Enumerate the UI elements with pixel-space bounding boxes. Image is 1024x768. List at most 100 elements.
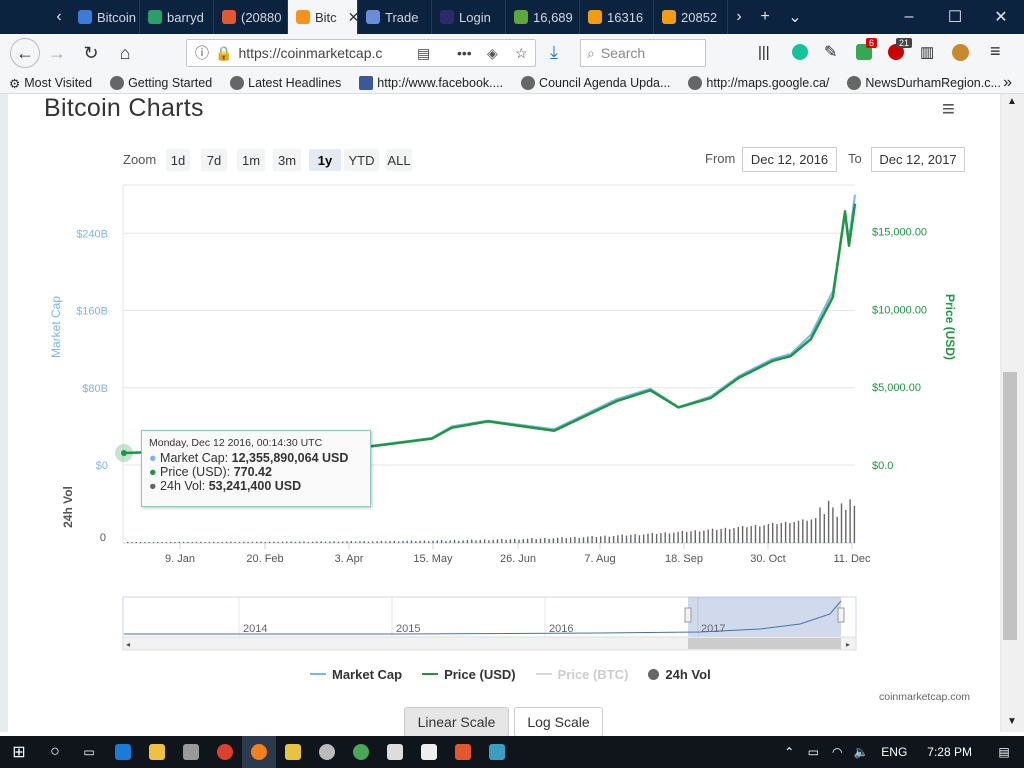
bookmark-item[interactable]: NewsDurhamRegion.c... (838, 75, 1009, 90)
page-scrollbar-thumb[interactable] (1003, 372, 1017, 640)
browser-tab[interactable]: 20852 (654, 0, 728, 34)
scroll-down-icon[interactable]: ▼ (1007, 716, 1017, 727)
calculator-icon[interactable] (412, 736, 446, 768)
close-window-icon[interactable]: ✕ (978, 7, 1024, 27)
wifi-icon[interactable]: ◠ (825, 736, 849, 768)
tab-label: (20880 (241, 9, 282, 25)
tab-label: 20852 (681, 9, 718, 25)
zoom-button-1y[interactable]: 1y (309, 149, 341, 171)
lock-icon: 🔒 (215, 44, 233, 61)
back-icon[interactable]: ← (10, 38, 40, 68)
legend-item-price-usd[interactable]: Price (USD) (422, 665, 516, 683)
tab-favicon-icon (588, 10, 602, 24)
browser-tab[interactable]: Bitcoin (70, 0, 140, 34)
legend-item-market-cap[interactable]: Market Cap (310, 665, 402, 683)
url-text[interactable]: https://coinmarketcap.c (238, 45, 382, 61)
volume-icon[interactable]: 🔈 (849, 736, 873, 768)
tab-favicon-icon (296, 10, 310, 24)
tooltip-marketcap-label: Market Cap: (160, 451, 229, 465)
home-icon[interactable]: ⌂ (108, 43, 142, 64)
browser-tab[interactable]: Bitc ✕ (288, 0, 358, 34)
zoom-button-3m[interactable]: 3m (273, 149, 301, 171)
url-bar[interactable]: ⓘ 🔒 https://coinmarketcap.c ▤ ••• ◈ ☆ (186, 39, 536, 67)
credit-link[interactable]: coinmarketcap.com (879, 691, 970, 703)
windows-taskbar: ⊞ ○ ▭ ⌃ ▭ ◠ 🔈 ENG 7:28 PM ▤ (0, 736, 1024, 768)
search-input[interactable]: ⌕ Search (580, 39, 706, 67)
zoom-button-all[interactable]: ALL (386, 149, 412, 171)
bookmark-label: http://www.facebook.... (377, 75, 504, 90)
bookmark-item[interactable]: Getting Started (101, 75, 221, 90)
close-tab-icon[interactable]: ✕ (348, 9, 357, 26)
bookmark-item[interactable]: http://maps.google.ca/ (679, 75, 838, 90)
store-icon[interactable] (174, 736, 208, 768)
bookmark-icon: ⚙ (9, 76, 21, 91)
minimize-icon[interactable]: – (886, 8, 932, 26)
clock[interactable]: 7:28 PM (915, 745, 984, 759)
brave-icon[interactable] (446, 736, 480, 768)
legend-item-price-btc[interactable]: Price (BTC) (535, 665, 628, 683)
reader-view-icon[interactable]: ▤ (417, 45, 430, 62)
log-scale-button[interactable]: Log Scale (514, 707, 603, 737)
browser-tab[interactable]: (20880 (214, 0, 288, 34)
firefox-icon[interactable] (242, 736, 276, 768)
from-date-input[interactable]: Dec 12, 2016 (742, 147, 837, 172)
avatar-icon[interactable] (952, 44, 969, 61)
eyedropper-icon[interactable]: ✎ (824, 42, 837, 62)
browser-tab[interactable]: 16316 (580, 0, 654, 34)
from-label: From (705, 151, 736, 166)
start-icon[interactable]: ⊞ (0, 736, 38, 768)
bookmark-star-icon[interactable]: ☆ (515, 45, 528, 62)
library-icon[interactable]: ||| (758, 44, 770, 61)
browser-tab[interactable]: Trade (358, 0, 432, 34)
to-date-input[interactable]: Dec 12, 2017 (871, 147, 965, 172)
bookmark-label: Most Visited (24, 75, 93, 90)
menu-hamburger-icon[interactable]: ≡ (990, 41, 1001, 62)
forward-icon[interactable]: → (40, 43, 74, 64)
maximize-icon[interactable]: ☐ (932, 7, 978, 27)
bookmark-item[interactable]: ⚙ Most Visited (0, 75, 101, 91)
browser-tab[interactable]: Login (432, 0, 506, 34)
action-center-icon[interactable]: ▤ (984, 736, 1024, 768)
page-actions-icon[interactable]: ••• (457, 45, 472, 61)
settings-gear-icon[interactable] (310, 736, 344, 768)
pocket-icon[interactable]: ◈ (487, 45, 498, 62)
zoom-button-ytd[interactable]: YTD (344, 149, 379, 171)
file-explorer-icon[interactable] (140, 736, 174, 768)
sidebar-icon[interactable]: ▥ (920, 43, 934, 61)
calculator-grid-icon[interactable] (276, 736, 310, 768)
bookmark-icon (688, 75, 703, 90)
bookmark-item[interactable]: http://www.facebook.... (350, 75, 512, 90)
linear-scale-button[interactable]: Linear Scale (404, 707, 509, 737)
new-tab-icon[interactable]: + (750, 8, 780, 26)
legend-item-24h-vol[interactable]: 24h Vol (648, 665, 711, 683)
task-view-icon[interactable]: ▭ (72, 736, 106, 768)
scroll-up-icon[interactable]: ▲ (1007, 96, 1017, 107)
tab-list-chevron-icon[interactable]: ⌄ (780, 7, 810, 27)
browser-tab[interactable]: 16,689 (506, 0, 580, 34)
globe-icon[interactable] (344, 736, 378, 768)
bookmarks-toolbar: ⚙ Most Visited Getting Started Latest Headl… (0, 72, 1024, 94)
reload-icon[interactable]: ↻ (74, 43, 108, 64)
chrome-icon[interactable] (208, 736, 242, 768)
browser-tab[interactable]: barryd (140, 0, 214, 34)
page-title: Bitcoin Charts (44, 94, 204, 122)
chart-menu-icon[interactable]: ≡ (942, 96, 955, 122)
zoom-button-7d[interactable]: 7d (201, 149, 227, 171)
zoom-button-1d[interactable]: 1d (166, 149, 190, 171)
download-icon[interactable]: ⤓ (550, 42, 558, 63)
tray-chevron-icon[interactable]: ⌃ (777, 736, 801, 768)
bookmarks-overflow-icon[interactable]: » (1003, 74, 1012, 92)
info-icon[interactable]: ⓘ (195, 43, 209, 63)
battery-icon[interactable]: ▭ (801, 736, 825, 768)
bookmark-item[interactable]: Latest Headlines (221, 75, 350, 90)
tab-scroll-right-icon[interactable]: › (728, 8, 750, 26)
language-indicator[interactable]: ENG (873, 745, 915, 759)
app-x-icon[interactable] (480, 736, 514, 768)
grammarly-icon[interactable] (792, 44, 808, 60)
cortana-icon[interactable]: ○ (38, 736, 72, 768)
bookmark-item[interactable]: Council Agenda Upda... (512, 75, 679, 90)
tab-scroll-left-icon[interactable]: ‹ (48, 8, 70, 26)
zoom-button-1m[interactable]: 1m (237, 149, 265, 171)
mail-icon[interactable] (378, 736, 412, 768)
edge-icon[interactable] (106, 736, 140, 768)
